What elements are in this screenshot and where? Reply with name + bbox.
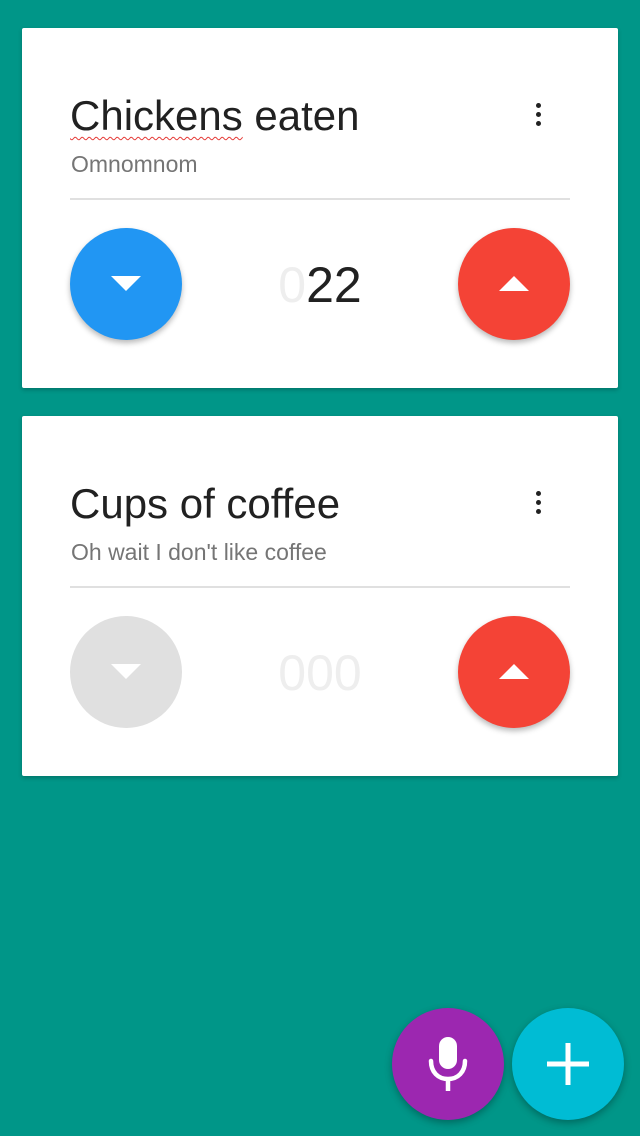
counter-card-chickens: Chickens eaten Omnomnom 022 — [22, 28, 618, 388]
more-vert-icon-dot — [535, 508, 541, 514]
card-divider — [70, 198, 570, 200]
arrow-down-icon — [111, 664, 141, 679]
more-vert-icon — [535, 102, 541, 108]
counter-digits: 22 — [306, 257, 362, 313]
decrement-button-disabled[interactable] — [70, 616, 182, 728]
card-divider — [70, 586, 570, 588]
counter-title: Chickens eaten — [70, 92, 360, 140]
more-options-button[interactable] — [518, 94, 558, 134]
arrow-down-icon — [111, 276, 141, 291]
counter-title-misspelled-word: Chickens — [70, 92, 243, 139]
counter-title: Cups of coffee — [70, 480, 341, 527]
more-vert-icon-dot — [535, 120, 541, 126]
counter-value: 022 — [220, 256, 420, 314]
counter-card-coffee: Cups of coffee Oh wait I don't like coff… — [22, 416, 618, 776]
more-vert-icon-dot — [535, 111, 541, 117]
counter-leading-zeros: 000 — [278, 645, 362, 701]
counter-subtitle: Omnomnom — [71, 151, 198, 177]
voice-input-button[interactable] — [392, 1008, 504, 1120]
more-vert-icon-dot — [535, 499, 541, 505]
counter-subtitle: Oh wait I don't like coffee — [71, 539, 327, 565]
counter-title-rest: eaten — [242, 92, 360, 139]
counter-leading-zeros: 0 — [278, 257, 307, 313]
add-counter-button[interactable] — [512, 1008, 624, 1120]
more-options-button[interactable] — [518, 482, 558, 522]
increment-button[interactable] — [458, 616, 570, 728]
arrow-up-icon — [499, 276, 529, 291]
counter-value: 000 — [220, 644, 420, 702]
more-vert-icon — [535, 490, 541, 496]
decrement-button[interactable] — [70, 228, 182, 340]
microphone-icon — [428, 1037, 468, 1091]
arrow-up-icon — [499, 664, 529, 679]
plus-icon — [547, 1043, 589, 1085]
increment-button[interactable] — [458, 228, 570, 340]
